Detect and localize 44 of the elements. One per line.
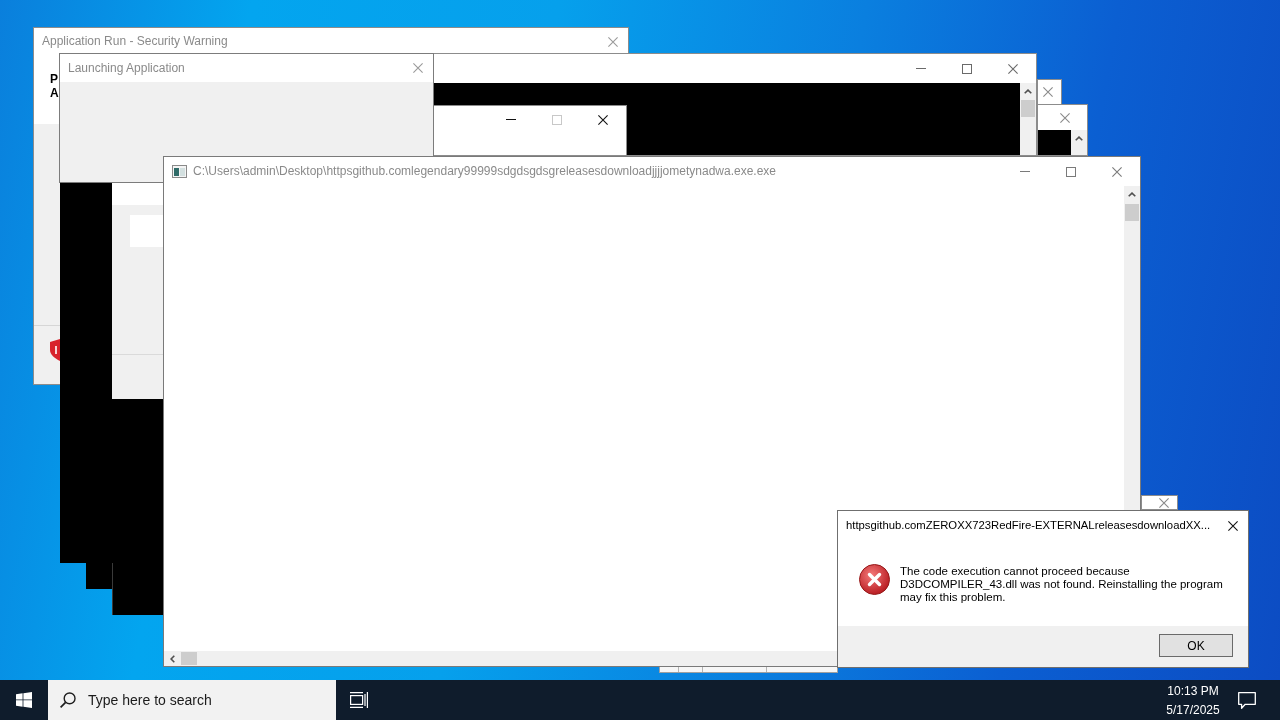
horizontal-scrollbar[interactable] [164, 651, 837, 666]
close-icon [1060, 112, 1070, 123]
close-icon[interactable] [1159, 497, 1169, 508]
search-field[interactable]: Type here to search [48, 680, 336, 720]
error-message: The code execution cannot proceed because D3DCOMPILER_43.dll was not found. Reinstalling the program may fix this problem. [900, 565, 1224, 604]
clock-time: 10:13 PM [1167, 682, 1219, 699]
vertical-scrollbar[interactable] [1071, 130, 1087, 155]
close-icon [1008, 63, 1018, 74]
shield-icon [50, 339, 60, 361]
error-icon [859, 564, 890, 595]
maximize-icon [552, 114, 562, 125]
scrollbar-thumb[interactable] [181, 652, 197, 665]
console-output [1038, 130, 1071, 155]
vertical-scrollbar[interactable] [1124, 186, 1140, 510]
vertical-scrollbar[interactable] [1020, 83, 1036, 155]
window-title: Application Run - Security Warning [42, 34, 228, 49]
ok-button[interactable]: OK [1159, 634, 1233, 657]
close-icon [608, 36, 618, 47]
close-icon [1228, 520, 1238, 531]
scrollbar-thumb[interactable] [1021, 100, 1035, 117]
minimize-icon [1020, 171, 1030, 172]
close-icon [1112, 166, 1122, 177]
minimize-icon [916, 68, 926, 69]
heading-text: A [50, 86, 59, 100]
app-icon [172, 165, 187, 178]
clock-date: 5/17/2025 [1166, 701, 1220, 718]
task-view-icon [350, 692, 368, 708]
chevron-up-icon[interactable] [1128, 192, 1136, 197]
chevron-up-icon[interactable] [1075, 136, 1083, 141]
scrollbar-thumb[interactable] [1125, 204, 1139, 221]
window-title: Launching Application [68, 60, 185, 76]
minimize-icon [506, 119, 516, 120]
chevron-up-icon[interactable] [1024, 89, 1032, 94]
window-title: C:\Users\admin\Desktop\httpsgithub.comlegendary99999sdgdsgdsgreleasesdownloadjjjjometynadwa.exe.exe [193, 164, 776, 179]
close-icon[interactable] [1043, 87, 1053, 97]
close-icon [413, 63, 423, 73]
maximize-icon [962, 63, 972, 74]
notification-icon [1238, 691, 1256, 709]
chevron-left-icon[interactable] [170, 654, 175, 663]
heading-text: P [50, 72, 58, 86]
close-icon [598, 114, 608, 125]
windows-logo-icon [16, 692, 32, 708]
window-title: httpsgithub.comZEROXX723RedFire-EXTERNALreleasesdownloadXX... [846, 518, 1211, 533]
maximize-icon [1066, 166, 1076, 177]
